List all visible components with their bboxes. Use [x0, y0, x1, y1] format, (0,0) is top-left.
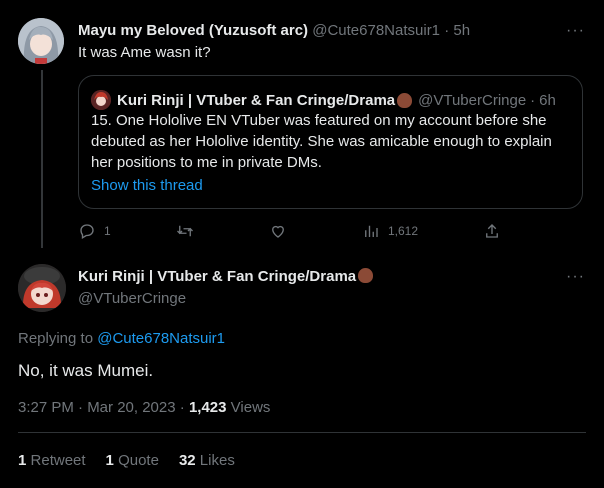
like-button[interactable] [269, 222, 287, 240]
views-icon [365, 225, 378, 237]
tweet1-author-name[interactable]: Mayu my Beloved (Yuzusoft arc) [78, 22, 308, 39]
quote-author-name[interactable]: Kuri Rinji | VTuber & Fan Cringe/Drama [117, 92, 395, 109]
tweet2-views-label: Views [230, 399, 271, 416]
tweet2-stats-row: 1 Retweet 1 Quote 32 Likes [18, 452, 235, 469]
share-button[interactable] [483, 222, 501, 240]
quotes-count: 1 [105, 452, 114, 469]
reply-icon [80, 224, 94, 239]
tweet2-text: No, it was Mumei. [18, 361, 154, 380]
acorn-emoji-icon [397, 92, 413, 108]
tweet1-separator: · [444, 22, 450, 39]
tweet2-datetime[interactable]: 3:27 PM · Mar 20, 2023 [18, 399, 176, 416]
quote-avatar [91, 90, 111, 110]
tweet2-author-name[interactable]: Kuri Rinji | VTuber & Fan Cringe/Drama [78, 268, 356, 285]
meta-separator: · [179, 399, 185, 416]
reply-count: 1 [104, 224, 111, 238]
more-icon[interactable]: ··· [566, 22, 585, 40]
likes-count: 32 [178, 452, 196, 469]
tweet1-time[interactable]: 5h [453, 22, 470, 39]
views-button[interactable]: 1,612 [362, 222, 418, 240]
reply-button[interactable]: 1 [78, 222, 111, 240]
acorn-emoji-icon [358, 268, 374, 283]
avatar-kuri-rinji[interactable] [18, 264, 66, 312]
tweet2-author-name-row: Kuri Rinji | VTuber & Fan Cringe/Drama [78, 268, 374, 285]
quote-separator: · [530, 91, 536, 109]
tweet1-text: It was Ame wasn it? [78, 44, 211, 61]
avatar-image [18, 264, 66, 312]
tweet2-handle[interactable]: @VTuberCringe [78, 290, 186, 307]
more-icon[interactable]: ··· [566, 268, 585, 286]
tweet2-views-count: 1,423 [188, 399, 227, 416]
show-thread-link[interactable]: Show this thread [91, 177, 203, 194]
quote-handle[interactable]: @VTuberCringe [418, 92, 526, 109]
replying-to-line: Replying to @Cute678Natsuir1 [18, 330, 225, 347]
likes-stat[interactable]: 32 Likes [179, 452, 235, 469]
avatar-mayu[interactable] [18, 18, 64, 64]
quotes-stat[interactable]: 1 Quote [106, 452, 159, 469]
replying-to-handle[interactable]: @Cute678Natsuir1 [97, 330, 225, 347]
tweet1-action-bar: 1 1,612 [78, 222, 508, 242]
likes-label: Likes [199, 452, 235, 469]
tweet2-meta: 3:27 PM · Mar 20, 2023 · 1,423 Views [18, 399, 270, 416]
retweets-label: Retweet [30, 452, 86, 469]
quoted-tweet-card[interactable]: Kuri Rinji | VTuber & Fan Cringe/Drama @… [78, 75, 583, 209]
tweet1-handle[interactable]: @Cute678Natsuir1 [312, 22, 440, 39]
retweet-button[interactable] [176, 222, 194, 240]
like-icon [272, 225, 284, 238]
quotes-label: Quote [118, 452, 159, 469]
quote-text: 15. One Hololive EN VTuber was featured … [91, 112, 552, 171]
replying-prefix: Replying to [18, 330, 94, 347]
tweet1-header: Mayu my Beloved (Yuzusoft arc) @Cute678N… [78, 22, 470, 39]
quote-time[interactable]: 6h [539, 92, 556, 109]
thread-connector-line [41, 70, 43, 248]
retweets-stat[interactable]: 1 Retweet [18, 452, 86, 469]
share-icon [486, 224, 498, 238]
avatar-image [18, 18, 64, 64]
divider [18, 432, 586, 433]
retweets-count: 1 [18, 452, 27, 469]
quote-header: Kuri Rinji | VTuber & Fan Cringe/Drama @… [91, 90, 556, 110]
views-count: 1,612 [388, 224, 419, 238]
retweet-icon [177, 225, 193, 237]
